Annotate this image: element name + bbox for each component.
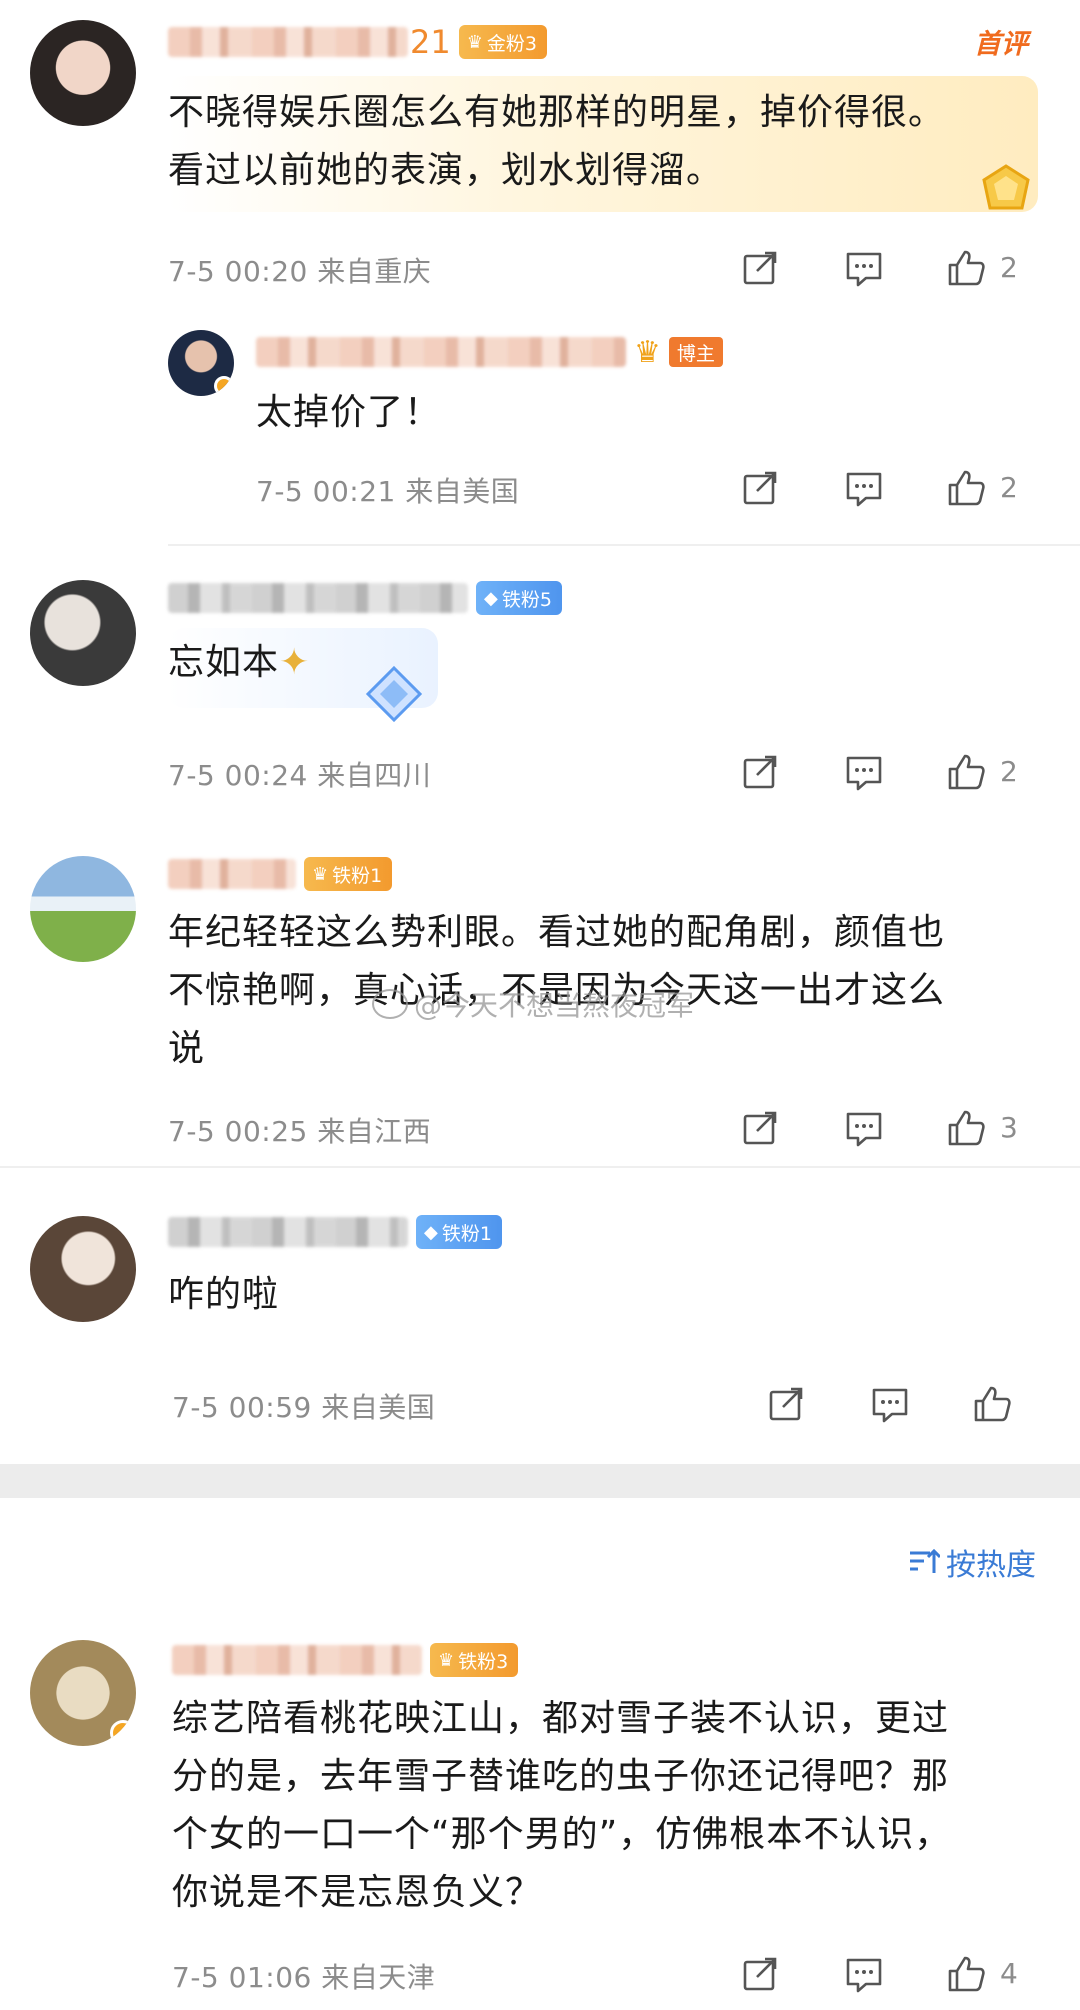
avatar[interactable] [168,330,234,396]
reply-icon[interactable] [844,468,884,508]
avatar[interactable] [30,856,136,962]
username-suffix: 21 [410,23,451,61]
avatar[interactable] [30,20,136,126]
reply-icon[interactable] [844,1954,884,1994]
comment-item: ◆ 铁粉5 忘如本✦ 7-5 00:24 来自四川 2 [0,560,1080,800]
crown-icon: ♛ [312,863,329,885]
thumbs-up-icon[interactable] [946,248,986,288]
like-count: 2 [1000,755,1018,788]
share-icon[interactable] [740,1954,780,1994]
divider [168,544,1080,546]
weibo-logo-icon [372,989,408,1019]
comment-text: 太掉价了！ [256,392,442,433]
like-count: 3 [1000,1111,1018,1144]
share-icon[interactable] [740,752,780,792]
username-blurred[interactable] [172,1645,422,1675]
crown-icon: ♛ [466,31,483,53]
username-blurred[interactable] [168,583,468,613]
share-icon[interactable] [740,468,780,508]
comment-item: ◆ 铁粉1 咋的啦 7-5 00:59 来自美国 [0,1190,1080,1430]
avatar[interactable] [30,1216,136,1322]
comment-item: ♛ 铁粉3 综艺陪看桃花映江山，都对雪子装不认识，更过 分的是，去年雪子替谁吃的虫… [0,1620,1080,2010]
divider [0,1166,1080,1168]
comment-text: 咋的啦 [168,1274,280,1315]
username-blurred[interactable] [168,859,296,889]
gem-decoration-icon [982,164,1030,210]
crown-icon: ♛ [438,1649,455,1671]
comment-item: 21 ♛ 金粉3 首评 不晓得娱乐圈怎么有她那样的明星，掉价得很。 看过以前她的表… [0,0,1080,288]
crown-icon: ♛ [634,334,661,370]
username-blurred[interactable] [256,337,626,367]
verified-badge-icon [110,1720,136,1746]
diamond-icon: ◆ [484,587,498,609]
reply-icon[interactable] [844,1108,884,1148]
first-comment-tag: 首评 [974,29,1028,60]
reply-icon[interactable] [870,1384,910,1424]
reply-icon[interactable] [844,248,884,288]
thumbs-up-icon[interactable] [972,1384,1012,1424]
diamond-decoration-icon [365,665,423,723]
watermark: @今天不想当熬夜冠军 [372,984,694,1024]
thumbs-up-icon[interactable] [946,468,986,508]
verified-badge-icon [214,376,234,396]
thumbs-up-icon[interactable] [946,1108,986,1148]
username-blurred[interactable] [168,27,408,57]
fan-badge[interactable]: ♛ 铁粉3 [430,1643,519,1677]
emoji-icon: ✦ [279,642,311,683]
avatar[interactable] [30,1640,136,1746]
reply-icon[interactable] [844,752,884,792]
section-separator [0,1464,1080,1498]
comment-text: 忘如本✦ [168,642,311,683]
reply-item: ♛ 博主 太掉价了！ 7-5 00:21 来自美国 2 [0,320,1080,530]
share-icon[interactable] [766,1384,806,1424]
fan-badge[interactable]: ♛ 铁粉1 [304,857,393,891]
host-badge[interactable]: 博主 [668,337,723,367]
share-icon[interactable] [740,248,780,288]
fan-badge[interactable]: ♛ 金粉3 [458,25,547,59]
comment-text: 不晓得娱乐圈怎么有她那样的明星，掉价得很。 看过以前她的表演，划水划得溜。 [168,92,946,191]
username-blurred[interactable] [168,1217,408,1247]
fan-badge[interactable]: ◆ 铁粉1 [416,1215,502,1249]
thumbs-up-icon[interactable] [946,1954,986,1994]
like-count: 2 [1000,251,1018,284]
like-count: 2 [1000,471,1018,504]
like-count: 4 [1000,1957,1018,1990]
sort-by-hot-button[interactable]: 按热度 [908,1540,1036,1584]
share-icon[interactable] [740,1108,780,1148]
diamond-icon: ◆ [424,1221,438,1243]
thumbs-up-icon[interactable] [946,752,986,792]
fan-badge[interactable]: ◆ 铁粉5 [476,581,562,615]
sort-icon [910,1548,940,1573]
comment-text: 综艺陪看桃花映江山，都对雪子装不认识，更过 分的是，去年雪子替谁吃的虫子你还记得… [172,1698,952,1913]
avatar[interactable] [30,580,136,686]
